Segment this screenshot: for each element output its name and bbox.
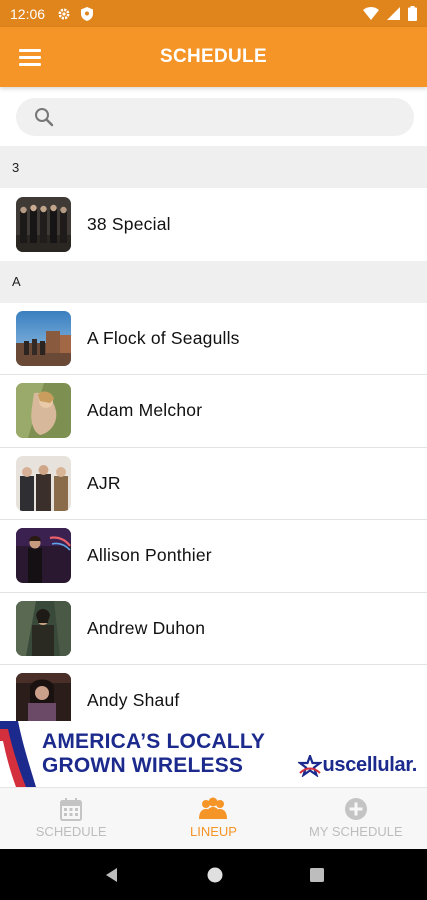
list-item[interactable]: Adam Melchor [0,375,427,448]
artist-name: Andrew Duhon [87,617,206,638]
artist-photo [16,528,71,584]
bottom-tab-bar: SCHEDULE LINEUP MY SCHEDULE [0,787,427,849]
artist-photo [16,310,71,366]
tab-label: LINEUP [190,824,237,839]
app-bar: SCHEDULE [0,27,427,87]
tab-schedule[interactable]: SCHEDULE [0,788,142,849]
section-letter: A [12,274,21,289]
search-bar[interactable] [16,98,414,136]
ad-brand: uscellular. [298,754,417,777]
home-icon[interactable] [206,866,224,884]
calendar-icon [60,798,83,821]
search-icon [35,108,54,127]
artist-name: Allison Ponthier [87,545,212,566]
list-item[interactable]: Andrew Duhon [0,592,427,665]
ad-headline-line2: GROWN WIRELESS [42,754,244,777]
settings-icon [58,8,70,19]
artist-photo [16,383,71,439]
artist-photo [16,600,71,656]
system-nav-bar [0,849,427,900]
list-item[interactable]: Andy Shauf [0,665,427,721]
ad-brand-name: uscellular. [322,754,417,776]
artist-name: AJR [87,472,121,493]
tab-label: MY SCHEDULE [308,824,403,839]
wifi-icon [363,7,379,20]
tab-label: SCHEDULE [35,824,107,839]
back-icon[interactable] [103,866,121,884]
artist-photo [16,196,71,252]
list-item[interactable]: AJR [0,447,427,520]
menu-icon-line [19,48,41,52]
artist-photo [16,673,71,721]
menu-icon-line [19,62,41,66]
ad-headline: AMERICA’S LOCALLY GROWN WIRELESS [42,730,265,778]
artist-name: A Flock of Seagulls [87,327,240,348]
menu-icon-line [19,55,41,59]
tab-my-schedule[interactable]: MY SCHEDULE [285,788,427,849]
plus-circle-icon [344,798,367,820]
status-bar: 12:06 [0,0,427,27]
people-icon [199,797,228,819]
shield-icon [81,6,94,21]
status-time: 12:06 [10,5,46,22]
list-item[interactable]: 38 Special [0,188,427,261]
tab-lineup[interactable]: LINEUP [142,788,284,849]
menu-button[interactable] [14,42,46,72]
artist-name: Adam Melchor [87,400,203,421]
recents-icon[interactable] [309,867,325,883]
search-container [0,87,427,146]
section-letter: 3 [12,159,20,175]
artist-photo [16,455,71,511]
ad-headline-line1: AMERICA’S LOCALLY [42,730,266,753]
page-title: SCHEDULE [160,46,267,67]
artist-list[interactable]: 3 38 Special A A Flock of Seagulls Adam … [0,146,427,721]
ad-banner[interactable]: AMERICA’S LOCALLY GROWN WIRELESS uscellu… [0,721,427,787]
ad-stripe-graphic [0,721,36,787]
section-header-a: A [0,260,427,303]
section-header-3: 3 [0,146,427,188]
list-item[interactable]: Allison Ponthier [0,520,427,593]
uscellular-logo-icon [298,754,323,777]
artist-name: 38 Special [87,213,171,234]
signal-icon [387,7,400,20]
battery-icon [408,6,417,21]
artist-name: Andy Shauf [87,690,180,711]
list-item[interactable]: A Flock of Seagulls [0,302,427,375]
search-input[interactable] [16,98,414,136]
